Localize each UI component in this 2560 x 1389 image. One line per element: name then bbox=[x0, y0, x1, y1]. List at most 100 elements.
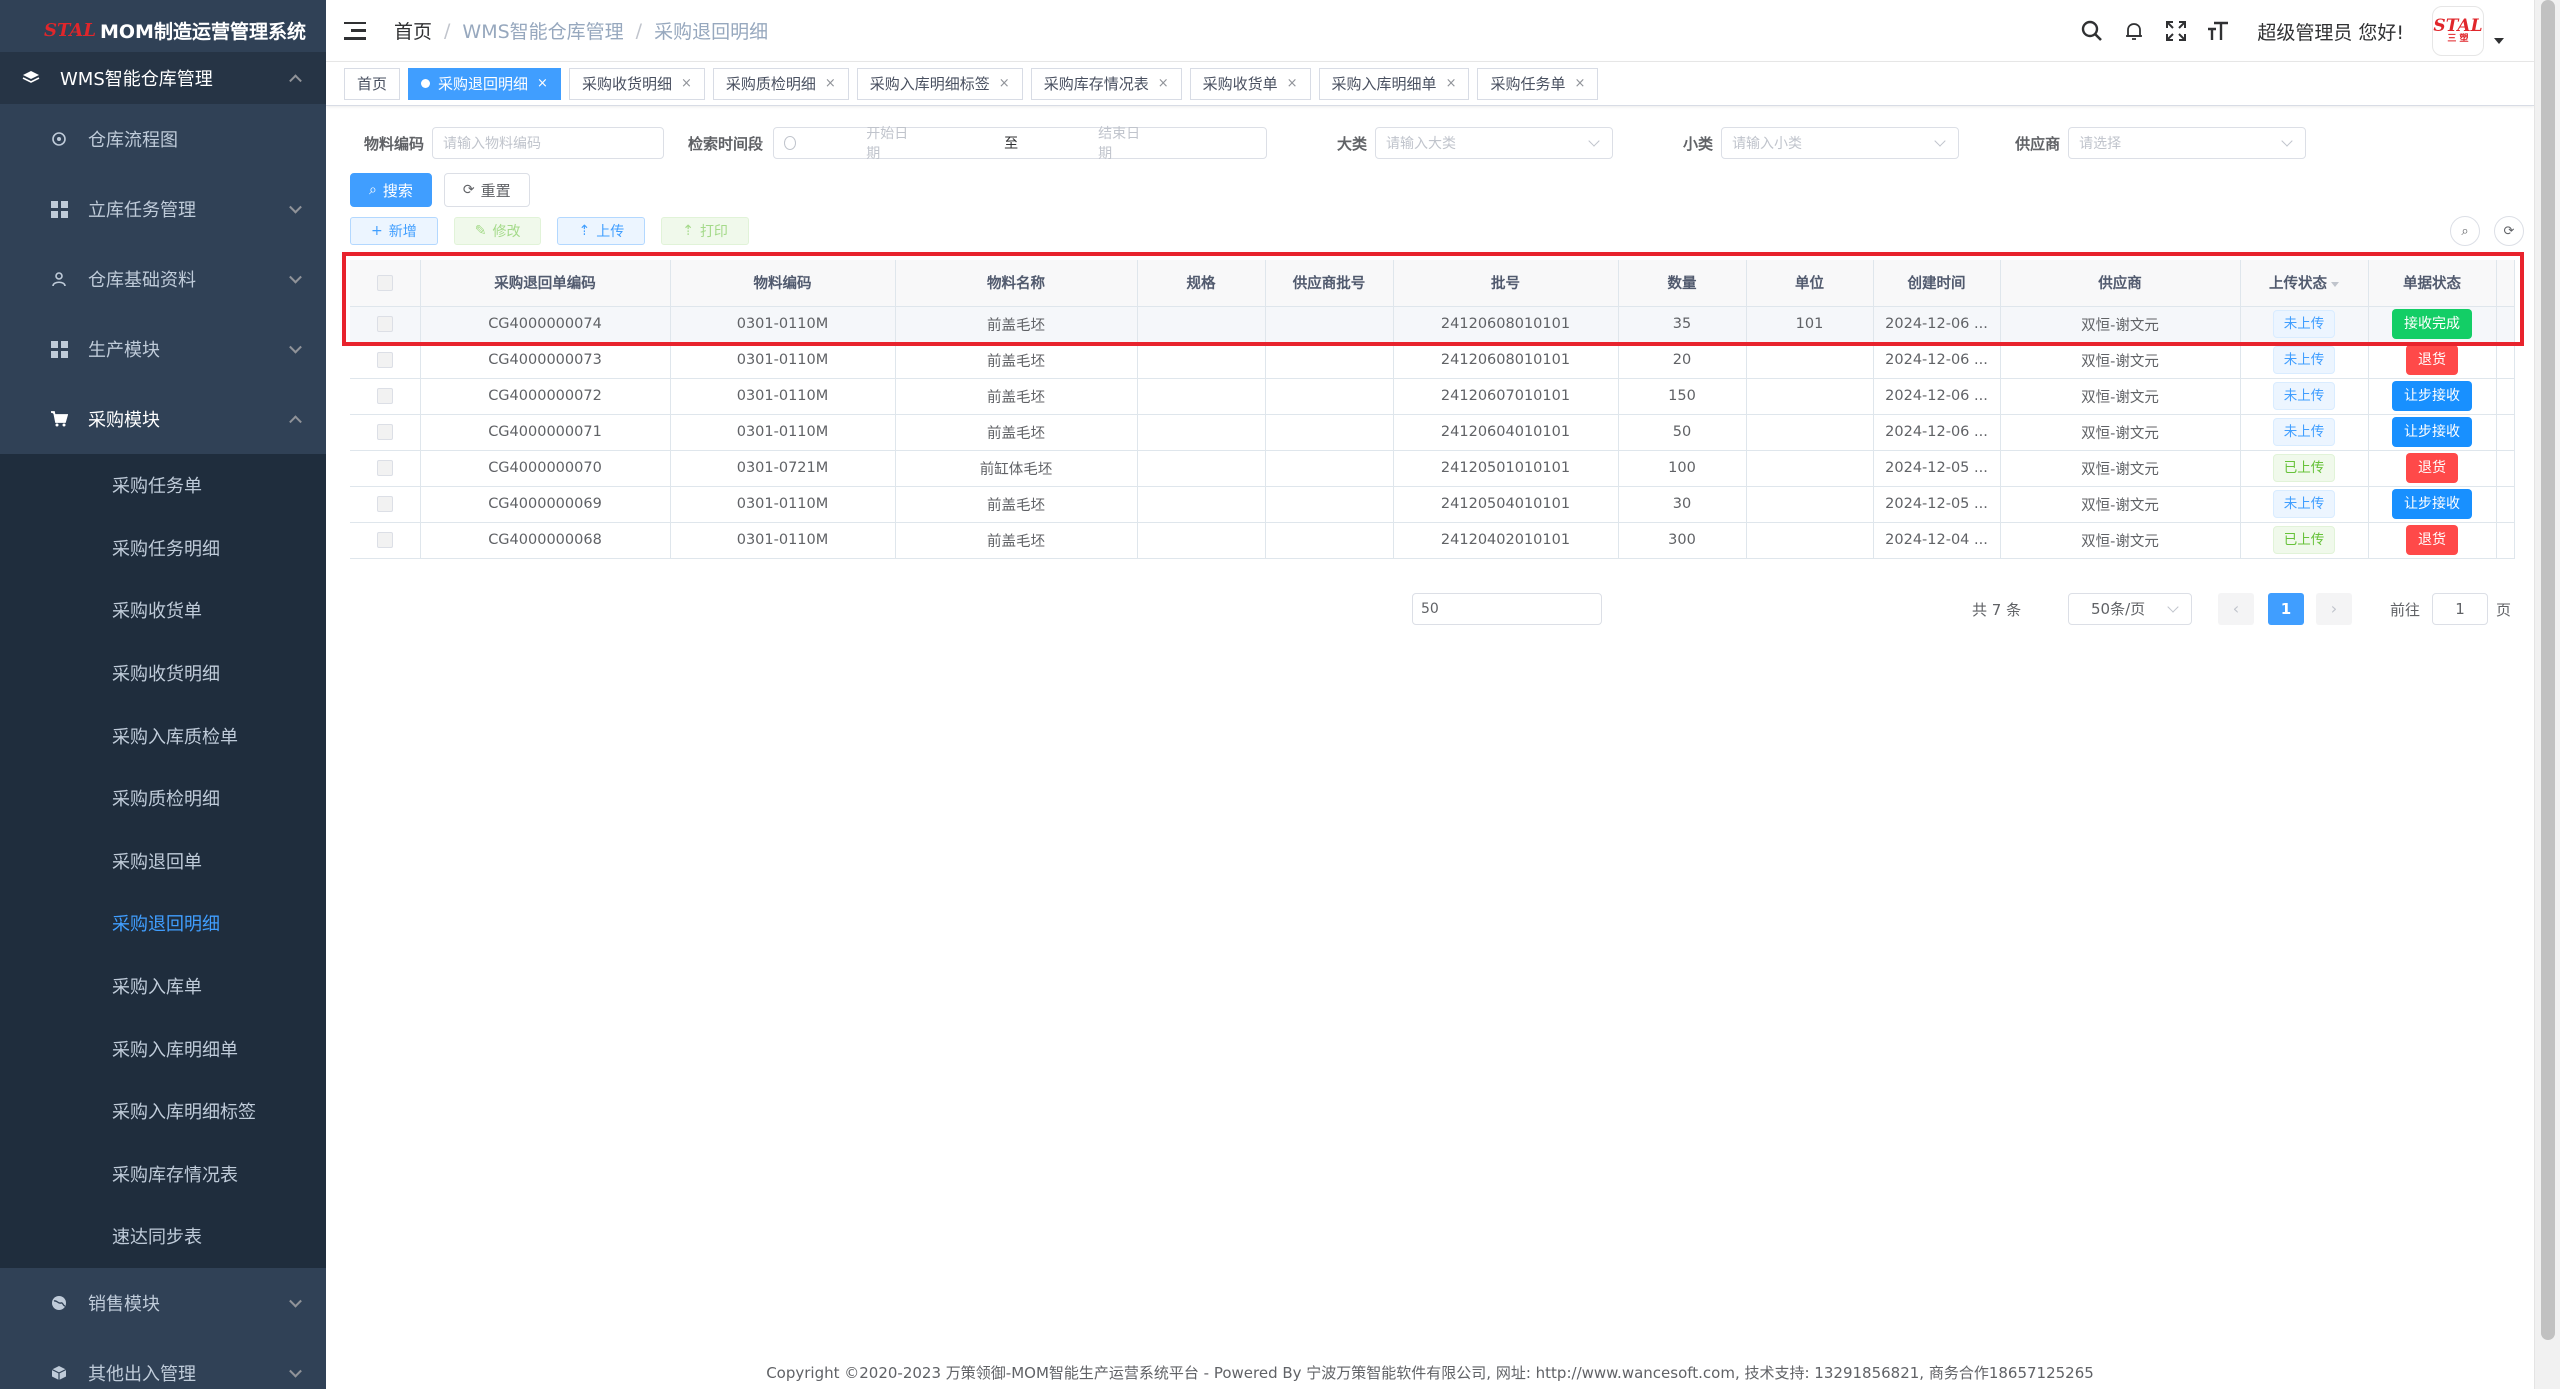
scrollbar-thumb[interactable] bbox=[2541, 0, 2555, 1340]
minor-select[interactable]: 请输入小类 bbox=[1721, 127, 1960, 159]
caret-down-icon[interactable] bbox=[2494, 38, 2504, 44]
row-checkbox[interactable] bbox=[376, 424, 393, 440]
sidebar-sub-purchase-task-detail[interactable]: 采购任务明细 bbox=[0, 516, 326, 580]
doc-status-button[interactable]: 退货 bbox=[2406, 453, 2458, 483]
table-row[interactable]: CG4000000073 0301-0110M 前盖毛坯 24120608010101… bbox=[350, 342, 2515, 379]
tab-purchase-receipt-detail[interactable]: 采购收货明细 × bbox=[568, 67, 705, 100]
row-checkbox[interactable] bbox=[376, 352, 393, 368]
column-header-upload-status[interactable]: 上传状态 bbox=[2240, 260, 2369, 307]
close-icon[interactable]: × bbox=[681, 69, 692, 99]
sidebar-sub-purchase-qc[interactable]: 采购入库质检单 bbox=[0, 704, 326, 767]
sidebar-sub-suda-sync[interactable]: 速达同步表 bbox=[0, 1205, 326, 1268]
close-icon[interactable]: × bbox=[999, 69, 1010, 99]
sidebar-item-flowchart[interactable]: 仓库流程图 bbox=[0, 104, 326, 174]
date-range-picker[interactable]: 开始日期 至 结束日期 bbox=[773, 126, 1268, 162]
tab-purchase-qc-detail[interactable]: 采购质检明细 × bbox=[712, 67, 849, 100]
close-icon[interactable]: × bbox=[1158, 69, 1169, 99]
select-all-checkbox[interactable] bbox=[376, 274, 393, 291]
page-size-select[interactable]: 50条/页 bbox=[2068, 592, 2192, 625]
table-row[interactable]: CG4000000072 0301-0110M 前盖毛坯 24120607010101… bbox=[350, 378, 2515, 415]
fullscreen-icon[interactable] bbox=[2163, 18, 2189, 44]
sidebar-sub-purchase-return[interactable]: 采购退回单 bbox=[0, 829, 326, 893]
sidebar-sub-purchase-task[interactable]: 采购任务单 bbox=[0, 454, 326, 517]
tab-home[interactable]: 首页 bbox=[344, 67, 401, 100]
table-row[interactable]: CG4000000074 0301-0110M 前盖毛坯 24120608010101… bbox=[350, 306, 2515, 343]
material-code-input[interactable]: 请输入物料编码 bbox=[432, 127, 665, 159]
sidebar-sub-purchase-stock[interactable]: 采购库存情况表 bbox=[0, 1142, 326, 1206]
sort-caret-icon[interactable] bbox=[2331, 281, 2339, 287]
close-icon[interactable]: × bbox=[1446, 69, 1457, 99]
reset-button[interactable]: ⟳ 重置 bbox=[443, 173, 530, 207]
doc-status-button[interactable]: 让步接收 bbox=[2392, 381, 2472, 411]
next-page-button[interactable]: › bbox=[2316, 592, 2352, 625]
row-select-cell[interactable] bbox=[350, 522, 421, 559]
table-row[interactable]: CG4000000071 0301-0110M 前盖毛坯 24120604010101… bbox=[350, 414, 2515, 451]
tab-purchase-receipt[interactable]: 采购收货单 × bbox=[1189, 67, 1311, 100]
sidebar-item-production[interactable]: 生产模块 bbox=[0, 314, 326, 384]
app-logo[interactable]: STAL MOM制造运营管理系统 bbox=[0, 0, 326, 60]
tab-purchase-task[interactable]: 采购任务单 × bbox=[1477, 67, 1599, 100]
upload-button[interactable]: ⇡ 上传 bbox=[557, 217, 646, 245]
tab-purchase-stock[interactable]: 采购库存情况表 × bbox=[1030, 67, 1182, 100]
sidebar-item-other-io[interactable]: 其他出入管理 bbox=[0, 1338, 326, 1389]
refresh-icon[interactable]: ⟳ bbox=[2494, 216, 2524, 246]
search-icon[interactable] bbox=[2079, 18, 2105, 44]
sidebar-item-stereo-tasks[interactable]: 立库任务管理 bbox=[0, 174, 326, 244]
table-row[interactable]: CG4000000070 0301-0721M 前缸体毛坯 2412050101010… bbox=[350, 450, 2515, 487]
doc-status-button[interactable]: 退货 bbox=[2406, 345, 2458, 375]
add-button[interactable]: + 新增 bbox=[350, 217, 438, 245]
close-icon[interactable]: × bbox=[825, 69, 836, 99]
row-checkbox[interactable] bbox=[376, 496, 393, 512]
sidebar-sub-purchase-inbound-label[interactable]: 采购入库明细标签 bbox=[0, 1079, 326, 1143]
page-size-input[interactable]: 50 bbox=[1412, 592, 1602, 625]
row-select-cell[interactable] bbox=[350, 486, 421, 523]
doc-status-button[interactable]: 让步接收 bbox=[2392, 417, 2472, 447]
supplier-select[interactable]: 请选择 bbox=[2068, 127, 2307, 159]
sidebar-sub-purchase-inbound-detail[interactable]: 采购入库明细单 bbox=[0, 1017, 326, 1080]
row-checkbox[interactable] bbox=[376, 316, 393, 332]
major-select[interactable]: 请输入大类 bbox=[1375, 127, 1614, 159]
doc-status-button[interactable]: 退货 bbox=[2406, 525, 2458, 555]
doc-status-button[interactable]: 接收完成 bbox=[2392, 309, 2472, 339]
sidebar-item-purchase[interactable]: 采购模块 bbox=[0, 384, 326, 454]
sidebar-sub-purchase-return-detail[interactable]: 采购退回明细 bbox=[0, 892, 326, 955]
tab-purchase-return-detail[interactable]: 采购退回明细 × bbox=[408, 67, 561, 100]
current-page[interactable]: 1 bbox=[2268, 592, 2304, 625]
toggle-search-icon[interactable]: ⌕ bbox=[2450, 216, 2480, 246]
row-checkbox[interactable] bbox=[376, 460, 393, 476]
scrollbar[interactable] bbox=[2534, 0, 2560, 1389]
breadcrumb-wms[interactable]: WMS智能仓库管理 bbox=[462, 17, 623, 44]
prev-page-button[interactable]: ‹ bbox=[2218, 592, 2254, 625]
hamburger-icon[interactable] bbox=[344, 21, 366, 40]
breadcrumb-home[interactable]: 首页 bbox=[394, 17, 432, 44]
row-checkbox[interactable] bbox=[376, 388, 393, 404]
select-all-cell[interactable] bbox=[350, 260, 421, 307]
sidebar-sub-purchase-receipt-detail[interactable]: 采购收货明细 bbox=[0, 641, 326, 705]
close-icon[interactable]: × bbox=[1287, 69, 1298, 99]
row-select-cell[interactable] bbox=[350, 342, 421, 379]
table-row[interactable]: CG4000000069 0301-0110M 前盖毛坯 24120504010101… bbox=[350, 486, 2515, 523]
font-size-icon[interactable] bbox=[2205, 18, 2231, 44]
search-button[interactable]: ⌕ 搜索 bbox=[350, 173, 432, 207]
row-select-cell[interactable] bbox=[350, 414, 421, 451]
sidebar-sub-purchase-inbound[interactable]: 采购入库单 bbox=[0, 954, 326, 1018]
sidebar-group-wms[interactable]: WMS智能仓库管理 bbox=[0, 52, 326, 104]
close-icon[interactable]: × bbox=[1574, 69, 1585, 99]
sidebar-item-sales[interactable]: 销售模块 bbox=[0, 1268, 326, 1338]
row-select-cell[interactable] bbox=[350, 450, 421, 487]
sidebar-item-warehouse-basics[interactable]: 仓库基础资料 bbox=[0, 244, 326, 314]
page-jump-input[interactable]: 1 bbox=[2432, 592, 2488, 625]
doc-status-button[interactable]: 让步接收 bbox=[2392, 489, 2472, 519]
print-button[interactable]: ⇡ 打印 bbox=[661, 217, 749, 245]
row-select-cell[interactable] bbox=[350, 306, 421, 343]
row-select-cell[interactable] bbox=[350, 378, 421, 415]
sidebar-sub-purchase-qc-detail[interactable]: 采购质检明细 bbox=[0, 766, 326, 830]
row-checkbox[interactable] bbox=[376, 532, 393, 548]
tab-purchase-inbound-detail[interactable]: 采购入库明细单 × bbox=[1318, 67, 1470, 100]
bell-icon[interactable] bbox=[2121, 18, 2147, 44]
avatar[interactable]: STAL 三 塑 bbox=[2432, 6, 2484, 56]
edit-button[interactable]: ✎ 修改 bbox=[453, 217, 542, 245]
sidebar-sub-purchase-receipt[interactable]: 采购收货单 bbox=[0, 579, 326, 642]
tab-purchase-inbound-label[interactable]: 采购入库明细标签 × bbox=[856, 67, 1023, 100]
table-row[interactable]: CG4000000068 0301-0110M 前盖毛坯 24120402010101… bbox=[350, 522, 2515, 559]
